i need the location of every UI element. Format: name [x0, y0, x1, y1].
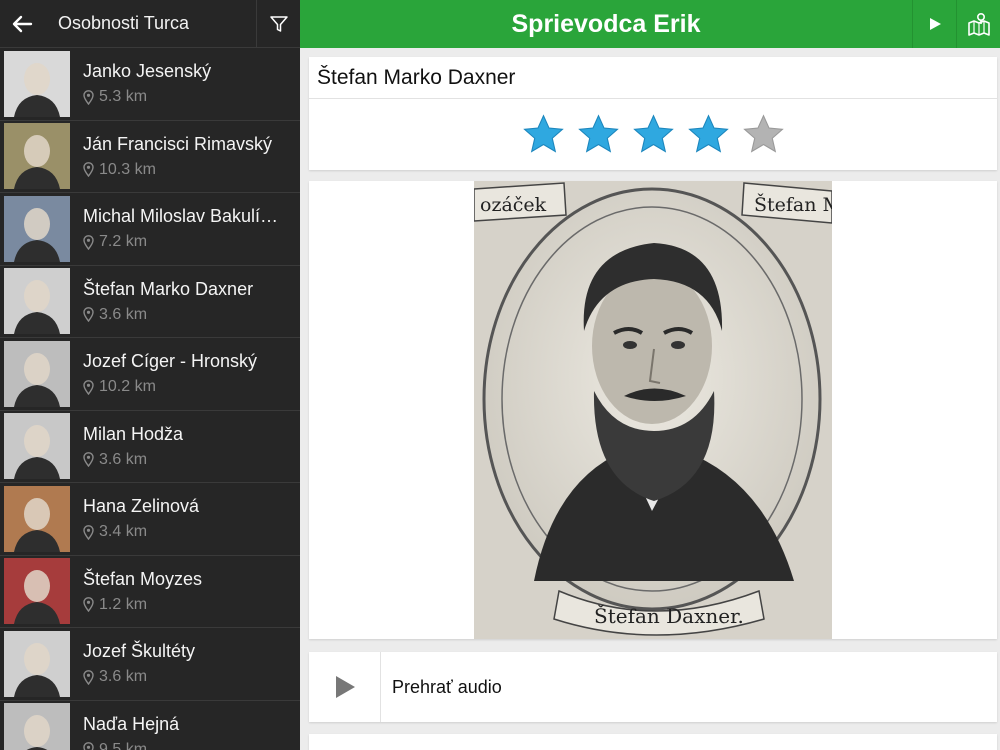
list-item-name: Jozef Cíger - Hronský [83, 351, 258, 372]
portrait-caption: Štefan Daxner. [594, 603, 744, 628]
distance-text: 3.6 km [99, 305, 148, 323]
list-item-name: Milan Hodža [83, 423, 184, 444]
person-thumbnail [4, 485, 70, 552]
star-filled-icon[interactable] [687, 113, 730, 156]
person-thumbnail [4, 558, 70, 625]
star-filled-icon[interactable] [577, 113, 620, 156]
location-pin-icon [83, 524, 94, 540]
person-thumbnail [4, 50, 70, 117]
location-pin-icon [83, 307, 94, 323]
list-item-name: Hana Zelinová [83, 496, 200, 517]
list-item-distance: 3.6 km [83, 304, 290, 326]
list-item[interactable]: Štefan Moyzes 1.2 km [0, 556, 300, 628]
distance-text: 7.2 km [99, 233, 148, 251]
list-item[interactable]: Jozef Cíger - Hronský 10.2 km [0, 338, 300, 411]
map-button[interactable] [956, 0, 1000, 48]
list-item[interactable]: Janko Jesenský 5.3 km [0, 48, 300, 121]
audio-label: Prehrať audio [392, 676, 502, 697]
list-item-distance: 3.6 km [83, 449, 290, 471]
list-item-name: Janko Jesenský [83, 61, 212, 82]
distance-text: 10.2 km [99, 378, 156, 396]
distance-text: 3.4 km [99, 523, 148, 541]
person-thumbnail [4, 630, 70, 697]
back-button[interactable] [0, 0, 44, 48]
filter-icon [269, 15, 288, 32]
location-pin-icon [83, 742, 94, 750]
list-item[interactable]: Milan Hodža 3.6 km [0, 411, 300, 483]
title-card: Štefan Marko Daxner [309, 57, 997, 170]
play-icon [929, 18, 941, 30]
filter-button[interactable] [256, 0, 300, 48]
places-list: Janko Jesenský 5.3 km Ján Francisci Rimavs… [0, 48, 300, 750]
list-item-distance: 3.4 km [83, 521, 290, 543]
distance-text: 10.3 km [99, 160, 156, 178]
portrait-banner-right: Štefan M [754, 193, 832, 216]
list-item[interactable]: Michal Miloslav Bakulí… 7.2 km [0, 193, 300, 266]
portrait-image[interactable]: ozáček Štefan M Štefan Daxner. [474, 181, 832, 639]
star-filled-icon[interactable] [522, 113, 565, 156]
app-title: Sprievodca Erik [511, 9, 701, 38]
star-empty-icon[interactable] [742, 113, 785, 156]
distance-text: 5.3 km [99, 88, 148, 106]
list-item-distance: 7.2 km [83, 231, 290, 253]
distance-text: 3.6 km [99, 668, 148, 686]
sidebar-title: Osobnosti Turca [58, 13, 190, 33]
list-item-name: Jozef Škultéty [83, 641, 196, 662]
list-item[interactable]: Hana Zelinová 3.4 km [0, 483, 300, 556]
person-thumbnail [4, 703, 70, 750]
list-item-distance: 9.5 km [83, 739, 290, 750]
list-item[interactable]: Naďa Hejná 9.5 km [0, 701, 300, 750]
person-thumbnail [4, 268, 70, 335]
detail-title: Štefan Marko Daxner [309, 57, 997, 99]
location-pin-icon [83, 597, 94, 613]
list-item-distance: 10.2 km [83, 376, 290, 398]
list-item-name: Štefan Moyzes [83, 568, 203, 589]
play-all-button[interactable] [912, 0, 956, 48]
list-item[interactable]: Ján Francisci Rimavský 10.3 km [0, 121, 300, 193]
location-pin-icon [83, 234, 94, 250]
location-pin-icon [83, 669, 94, 685]
person-thumbnail [4, 340, 70, 407]
list-item-distance: 10.3 km [83, 159, 290, 181]
image-card: ozáček Štefan M Štefan Daxner. [309, 181, 997, 639]
distance-text: 9.5 km [99, 740, 148, 750]
map-icon [967, 12, 990, 36]
person-thumbnail [4, 195, 70, 262]
list-item-name: Ján Francisci Rimavský [83, 133, 273, 154]
list-item-distance: 1.2 km [83, 594, 290, 616]
list-item[interactable]: Štefan Marko Daxner 3.6 km [0, 266, 300, 338]
list-item[interactable]: Jozef Škultéty 3.6 km [0, 628, 300, 701]
person-thumbnail [4, 413, 70, 480]
location-pin-icon [83, 452, 94, 468]
audio-play-button[interactable] [309, 652, 381, 722]
sidebar: Osobnosti Turca Janko Jesenský 5.3 km Ján … [0, 0, 300, 750]
top-bar: Sprievodca Erik [300, 0, 1000, 48]
list-item-name: Štefan Marko Daxner [83, 278, 254, 299]
sidebar-header: Osobnosti Turca [0, 0, 300, 48]
list-item-distance: 5.3 km [83, 86, 290, 108]
portrait-banner-left: ozáček [480, 194, 547, 216]
location-pin-icon [83, 379, 94, 395]
play-icon [335, 676, 355, 698]
location-pin-icon [83, 89, 94, 105]
distance-text: 3.6 km [99, 450, 148, 468]
list-item-distance: 3.6 km [83, 666, 290, 688]
main-panel: Sprievodca Erik Štefan Marko Daxner ozáč… [300, 0, 1000, 750]
person-thumbnail [4, 123, 70, 190]
next-card [309, 734, 997, 750]
audio-card[interactable]: Prehrať audio [309, 652, 997, 722]
list-item-name: Naďa Hejná [83, 713, 180, 734]
list-item-name: Michal Miloslav Bakulí… [83, 206, 279, 227]
arrow-left-icon [12, 15, 33, 32]
rating-stars[interactable] [309, 99, 997, 169]
location-pin-icon [83, 162, 94, 178]
distance-text: 1.2 km [99, 595, 148, 613]
star-filled-icon[interactable] [632, 113, 675, 156]
